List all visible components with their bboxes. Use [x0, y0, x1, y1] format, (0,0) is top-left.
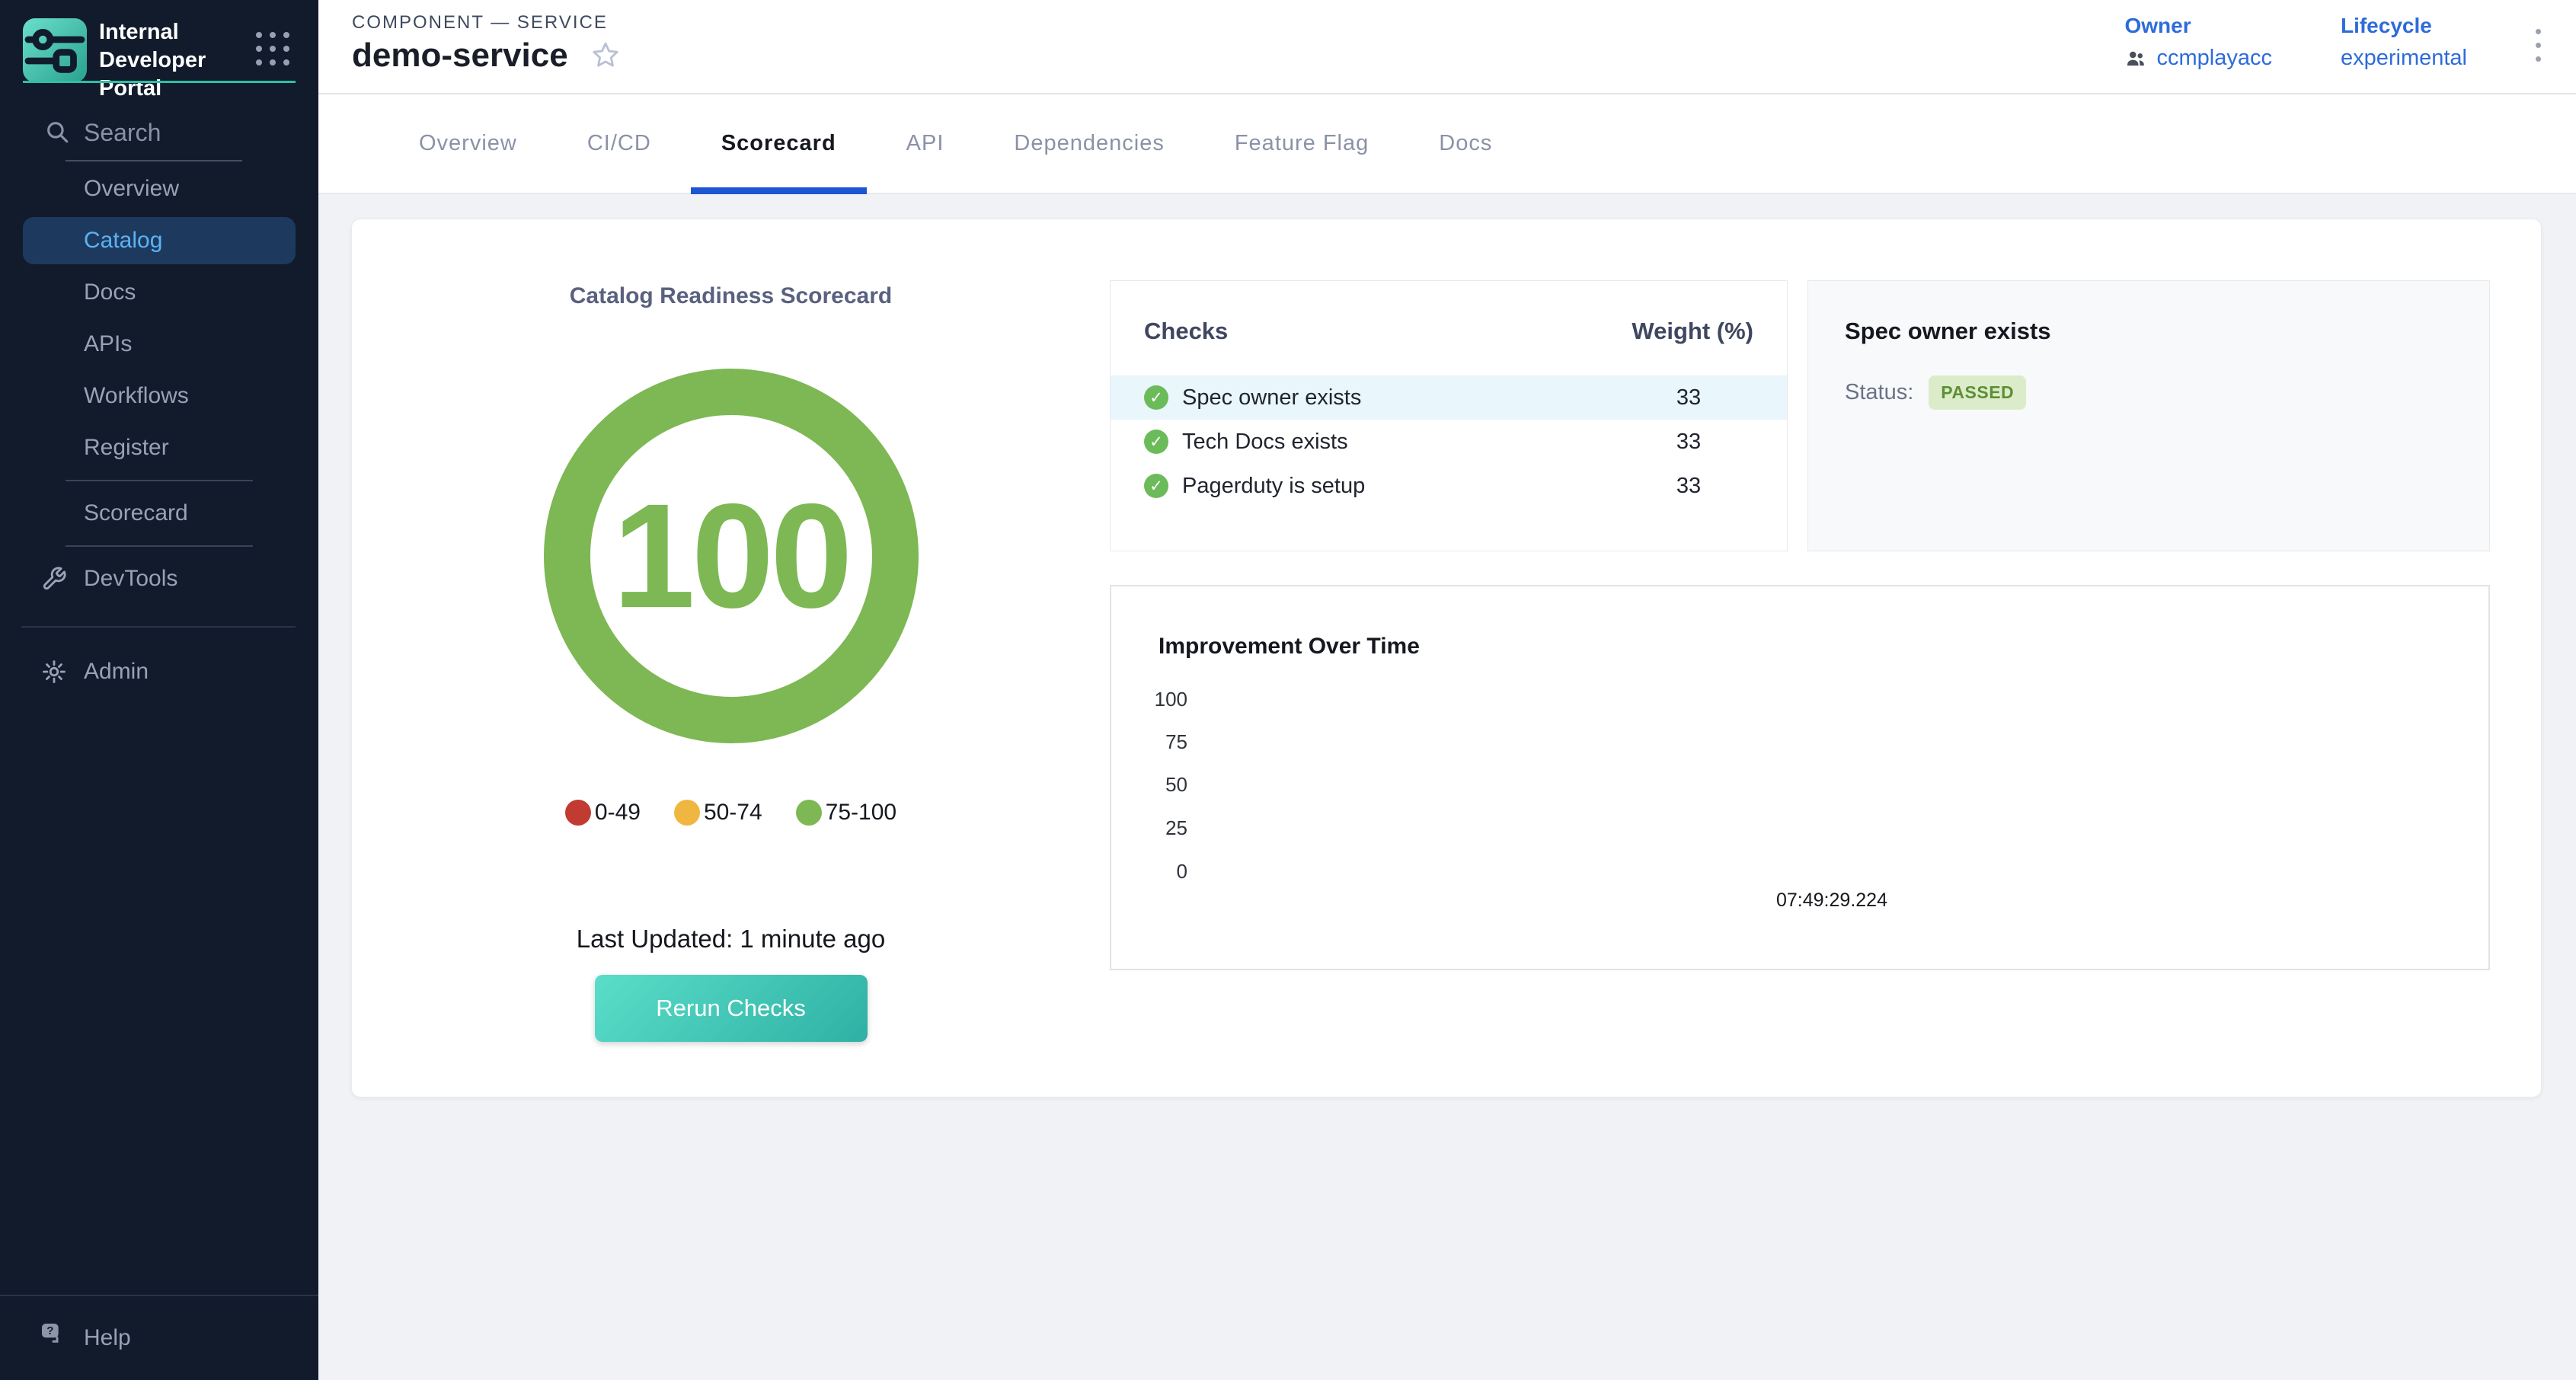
sidebar-item-register[interactable]: Register: [0, 422, 318, 474]
sidebar-item-apis[interactable]: APIs: [0, 318, 318, 370]
sidebar-item-workflows[interactable]: Workflows: [0, 370, 318, 422]
search-icon: [44, 119, 70, 145]
weight-column-header: Weight (%): [1632, 318, 1753, 345]
y-axis-tick: 25: [1111, 816, 1187, 840]
sidebar-item-catalog[interactable]: Catalog: [23, 217, 296, 264]
rerun-checks-button[interactable]: Rerun Checks: [595, 975, 868, 1042]
legend-dot-yellow: [674, 800, 700, 826]
scorecard-card: Catalog Readiness Scorecard 100 0-49 50-…: [351, 219, 2542, 1097]
legend-item-mid: 50-74: [674, 800, 762, 826]
sidebar-divider: [21, 626, 296, 628]
app-root: Internal Developer Portal Search Overvie…: [0, 0, 2576, 1380]
owner-block: Owner ccmplayacc: [2124, 14, 2272, 71]
check-passed-icon: ✓: [1144, 474, 1168, 498]
status-label: Status:: [1845, 380, 1913, 405]
kebab-menu-icon[interactable]: [2536, 29, 2541, 62]
tab-cicd[interactable]: CI/CD: [552, 94, 686, 193]
score-value: 100: [612, 471, 849, 641]
sidebar-footer: ? Help: [0, 1295, 318, 1380]
favorite-star-icon[interactable]: [590, 40, 622, 72]
check-row-pagerduty[interactable]: ✓ Pagerduty is setup 33: [1111, 464, 1787, 508]
lifecycle-block: Lifecycle experimental: [2341, 14, 2467, 71]
checks-table-header: Checks Weight (%): [1111, 281, 1787, 345]
owner-label: Owner: [2124, 14, 2272, 38]
check-passed-icon: ✓: [1144, 385, 1168, 410]
portal-title: Internal Developer Portal: [99, 18, 244, 103]
tab-api[interactable]: API: [871, 94, 980, 193]
tab-docs[interactable]: Docs: [1404, 94, 1527, 193]
legend-dot-red: [565, 800, 591, 826]
sidebar-nav: Overview Catalog Docs APIs Workflows Reg…: [0, 163, 318, 605]
people-icon: [2124, 47, 2147, 70]
legend-dot-green: [796, 800, 822, 826]
sidebar-divider: [66, 545, 253, 547]
main-area: COMPONENT — SERVICE demo-service Owner: [318, 0, 2576, 1380]
score-column: Catalog Readiness Scorecard 100 0-49 50-…: [352, 219, 1110, 1097]
owner-link[interactable]: ccmplayacc: [2124, 46, 2272, 71]
y-axis-tick: 50: [1111, 773, 1187, 797]
last-updated-text: Last Updated: 1 minute ago: [577, 925, 885, 954]
score-ring: 100: [544, 369, 919, 743]
portal-logo-icon: [23, 18, 87, 82]
sidebar-accent-divider: [23, 81, 296, 83]
apps-grid-icon[interactable]: [256, 32, 289, 65]
gear-icon: [41, 659, 67, 685]
lifecycle-value: experimental: [2341, 46, 2467, 71]
help-chat-icon: ?: [38, 1320, 69, 1356]
check-detail-title: Spec owner exists: [1845, 318, 2453, 345]
legend-item-high: 75-100: [796, 800, 896, 826]
check-row-spec-owner[interactable]: ✓ Spec owner exists 33: [1111, 375, 1787, 420]
sidebar-item-help[interactable]: ? Help: [0, 1296, 318, 1380]
tab-overview[interactable]: Overview: [384, 94, 552, 193]
y-axis-tick: 75: [1111, 730, 1187, 754]
sidebar: Internal Developer Portal Search Overvie…: [0, 0, 318, 1380]
sidebar-item-overview[interactable]: Overview: [0, 163, 318, 215]
search-placeholder: Search: [84, 119, 161, 147]
check-row-tech-docs[interactable]: ✓ Tech Docs exists 33: [1111, 420, 1787, 464]
check-detail-panel: Spec owner exists Status: PASSED: [1807, 280, 2490, 551]
entity-header: COMPONENT — SERVICE demo-service Owner: [318, 0, 2576, 94]
checks-panel: Checks Weight (%) ✓ Spec owner exists 33…: [1110, 280, 1788, 551]
lifecycle-label: Lifecycle: [2341, 14, 2467, 38]
check-passed-icon: ✓: [1144, 430, 1168, 454]
chart-title: Improvement Over Time: [1159, 634, 1420, 660]
tab-dependencies[interactable]: Dependencies: [979, 94, 1199, 193]
page-title: demo-service: [352, 37, 568, 75]
checks-column-header: Checks: [1144, 318, 1228, 345]
legend-item-low: 0-49: [565, 800, 641, 826]
status-badge: PASSED: [1929, 375, 2026, 410]
entity-tabs: Overview CI/CD Scorecard API Dependencie…: [318, 94, 2576, 194]
scorecard-title: Catalog Readiness Scorecard: [570, 283, 893, 309]
search-underline: [66, 160, 242, 161]
sidebar-divider: [66, 480, 253, 481]
app-logo[interactable]: [23, 18, 87, 82]
tab-scorecard[interactable]: Scorecard: [686, 94, 871, 193]
sidebar-item-docs[interactable]: Docs: [0, 267, 318, 318]
y-axis-tick: 100: [1111, 688, 1187, 711]
y-axis-tick: 0: [1111, 860, 1187, 883]
sidebar-item-admin[interactable]: Admin: [0, 646, 318, 698]
search-input[interactable]: Search: [0, 108, 318, 161]
svg-text:?: ?: [46, 1324, 53, 1337]
wrench-icon: [41, 566, 67, 592]
sidebar-item-devtools[interactable]: DevTools: [0, 553, 318, 605]
sidebar-item-scorecard[interactable]: Scorecard: [0, 487, 318, 539]
entity-meta: Owner ccmplayacc Lifecycle: [2124, 14, 2541, 71]
breadcrumb: COMPONENT — SERVICE: [352, 12, 608, 34]
x-axis-tick: 07:49:29.224: [1748, 890, 1916, 912]
score-legend: 0-49 50-74 75-100: [565, 800, 896, 826]
tab-feature-flag[interactable]: Feature Flag: [1200, 94, 1404, 193]
improvement-chart: Improvement Over Time 100 75 50 25 0 07:…: [1110, 585, 2490, 970]
